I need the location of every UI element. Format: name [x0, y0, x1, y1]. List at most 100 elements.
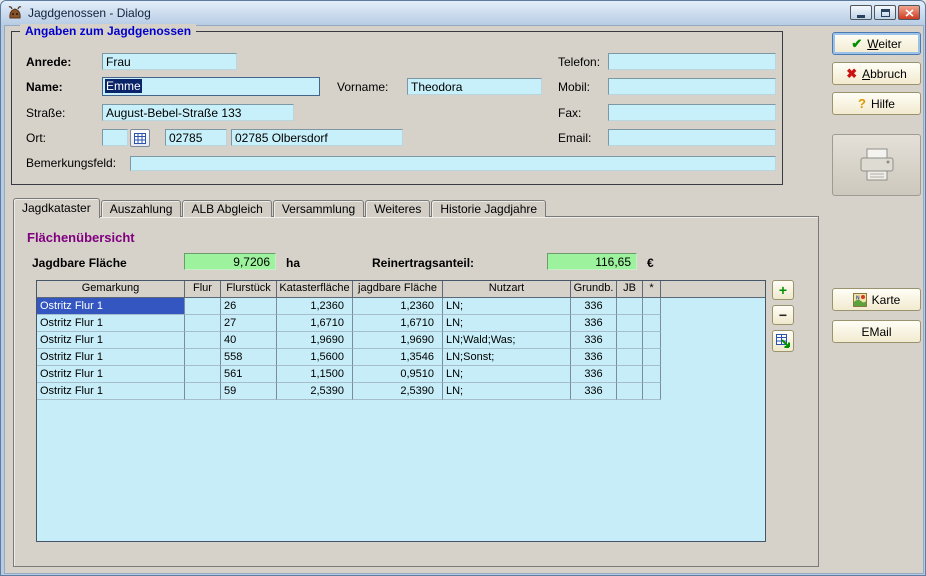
table-cell[interactable]: Ostritz Flur 1	[37, 366, 185, 383]
table-row[interactable]: Ostritz Flur 1 558 1,5600 1,3546 LN;Sonst; 33…	[37, 349, 765, 366]
remove-row-button[interactable]: −	[772, 305, 794, 325]
strasse-field[interactable]	[102, 104, 294, 121]
table-cell[interactable]: 336	[571, 349, 617, 366]
table-cell[interactable]: LN;Sonst;	[443, 349, 571, 366]
column-header[interactable]: Gemarkung	[37, 281, 185, 298]
column-header[interactable]: Flur	[185, 281, 221, 298]
table-cell[interactable]: Ostritz Flur 1	[37, 349, 185, 366]
table-cell[interactable]: 59	[221, 383, 277, 400]
anrede-field[interactable]	[102, 53, 237, 70]
table-cell[interactable]	[617, 332, 643, 349]
table-cell[interactable]	[617, 349, 643, 366]
table-cell[interactable]: LN;	[443, 366, 571, 383]
column-header[interactable]: *	[643, 281, 661, 298]
add-row-button[interactable]: +	[772, 280, 794, 300]
table-cell[interactable]: Ostritz Flur 1	[37, 332, 185, 349]
table-cell[interactable]: 2,5390	[353, 383, 443, 400]
telefon-field[interactable]	[608, 53, 776, 70]
ort-field[interactable]	[231, 129, 403, 146]
maximize-button[interactable]	[874, 5, 896, 20]
table-cell[interactable]: 1,6710	[277, 315, 353, 332]
vorname-field[interactable]	[407, 78, 542, 95]
table-cell[interactable]	[185, 349, 221, 366]
table-cell[interactable]: 2,5390	[277, 383, 353, 400]
print-button[interactable]	[832, 134, 921, 196]
table-cell[interactable]: 1,9690	[353, 332, 443, 349]
tab-historie-jagdjahre[interactable]: Historie Jagdjahre	[431, 200, 547, 217]
table-cell[interactable]: 1,3546	[353, 349, 443, 366]
name-field[interactable]: Emme	[102, 77, 320, 96]
tab-weiteres[interactable]: Weiteres	[365, 200, 431, 217]
table-row[interactable]: Ostritz Flur 1 40 1,9690 1,9690 LN;Wald;Was;…	[37, 332, 765, 349]
email-field[interactable]	[608, 129, 776, 146]
table-row[interactable]: Ostritz Flur 1 26 1,2360 1,2360 LN; 336	[37, 298, 765, 315]
column-header[interactable]: Grundb.	[571, 281, 617, 298]
table-cell[interactable]: 1,6710	[353, 315, 443, 332]
table-cell[interactable]	[185, 366, 221, 383]
table-cell[interactable]: Ostritz Flur 1	[37, 298, 185, 315]
table-cell[interactable]: LN;	[443, 298, 571, 315]
table-cell[interactable]: 1,5600	[277, 349, 353, 366]
table-cell[interactable]	[185, 298, 221, 315]
plz-lookup-button[interactable]	[130, 129, 150, 147]
table-cell[interactable]	[617, 383, 643, 400]
column-header[interactable]: Katasterfläche	[277, 281, 353, 298]
table-cell[interactable]: 1,2360	[277, 298, 353, 315]
table-cell[interactable]: 1,1500	[277, 366, 353, 383]
table-cell[interactable]: 0,9510	[353, 366, 443, 383]
close-button[interactable]	[898, 5, 920, 20]
ort-code-field[interactable]	[102, 129, 128, 146]
table-cell[interactable]: 558	[221, 349, 277, 366]
column-header[interactable]: Flurstück	[221, 281, 277, 298]
mobil-field[interactable]	[608, 78, 776, 95]
table-cell[interactable]: LN;Wald;Was;	[443, 332, 571, 349]
table-cell[interactable]	[643, 383, 661, 400]
tab-jagdkataster[interactable]: Jagdkataster	[13, 198, 100, 218]
table-cell[interactable]: 336	[571, 366, 617, 383]
table-cell[interactable]: 26	[221, 298, 277, 315]
table-cell[interactable]	[185, 315, 221, 332]
export-button[interactable]	[772, 330, 794, 352]
table-cell[interactable]: 1,2360	[353, 298, 443, 315]
table-cell[interactable]: 27	[221, 315, 277, 332]
column-header[interactable]: Nutzart	[443, 281, 571, 298]
karte-button[interactable]: N Karte	[832, 288, 921, 311]
table-cell[interactable]: Ostritz Flur 1	[37, 383, 185, 400]
table-cell[interactable]: 336	[571, 383, 617, 400]
table-cell[interactable]: 40	[221, 332, 277, 349]
table-cell[interactable]	[643, 315, 661, 332]
column-header[interactable]: JB	[617, 281, 643, 298]
tab-auszahlung[interactable]: Auszahlung	[100, 200, 182, 217]
table-cell[interactable]	[643, 298, 661, 315]
table-cell[interactable]: 336	[571, 332, 617, 349]
table-cell[interactable]: 561	[221, 366, 277, 383]
table-cell[interactable]	[643, 366, 661, 383]
table-row[interactable]: Ostritz Flur 1 561 1,1500 0,9510 LN; 336	[37, 366, 765, 383]
abbruch-button[interactable]: ✖ Abbruch	[832, 62, 921, 85]
table-cell[interactable]	[185, 383, 221, 400]
tab-alb-abgleich[interactable]: ALB Abgleich	[182, 200, 272, 217]
table-cell[interactable]	[617, 366, 643, 383]
hilfe-button[interactable]: ? Hilfe	[832, 92, 921, 115]
fax-field[interactable]	[608, 104, 776, 121]
table-row[interactable]: Ostritz Flur 1 59 2,5390 2,5390 LN; 336	[37, 383, 765, 400]
table-cell[interactable]	[643, 349, 661, 366]
table-cell[interactable]: 1,9690	[277, 332, 353, 349]
table-cell[interactable]: 336	[571, 298, 617, 315]
table-cell[interactable]	[617, 298, 643, 315]
table-cell[interactable]: 336	[571, 315, 617, 332]
minimize-button[interactable]	[850, 5, 872, 20]
table-row[interactable]: Ostritz Flur 1 27 1,6710 1,6710 LN; 336	[37, 315, 765, 332]
email-button[interactable]: EMail	[832, 320, 921, 343]
table-cell[interactable]	[185, 332, 221, 349]
bemerkung-field[interactable]	[130, 156, 776, 171]
table-cell[interactable]	[617, 315, 643, 332]
tab-versammlung[interactable]: Versammlung	[272, 200, 365, 217]
table-cell[interactable]	[643, 332, 661, 349]
table-cell[interactable]: LN;	[443, 315, 571, 332]
plz-field[interactable]	[165, 129, 227, 146]
table-cell[interactable]: LN;	[443, 383, 571, 400]
table-cell[interactable]: Ostritz Flur 1	[37, 315, 185, 332]
column-header[interactable]: jagdbare Fläche	[353, 281, 443, 298]
weiter-button[interactable]: ✔ Weiter	[832, 32, 921, 55]
